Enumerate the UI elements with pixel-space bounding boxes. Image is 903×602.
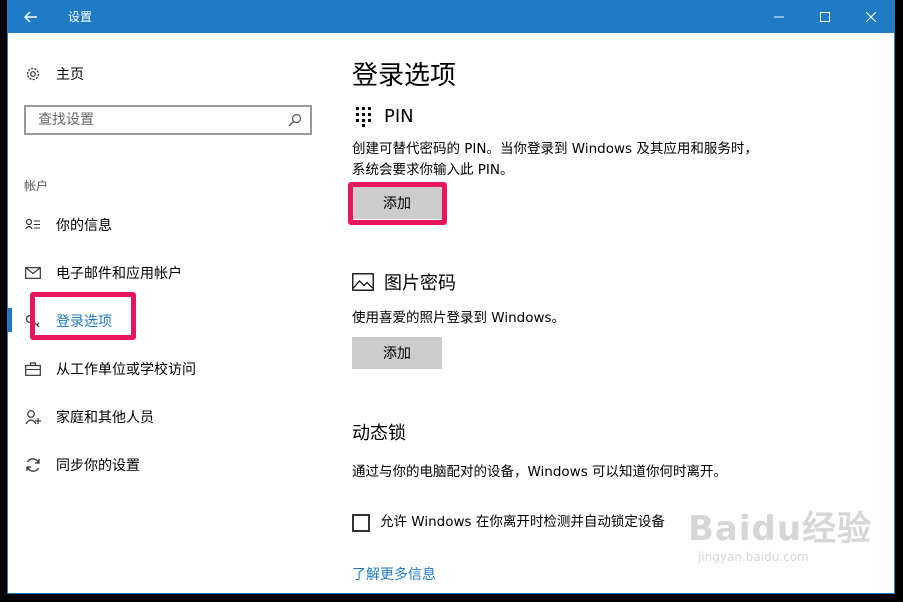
- dynamic-lock-checkbox-row[interactable]: 允许 Windows 在你离开时检测并自动锁定设备: [352, 512, 665, 533]
- sidebar-home[interactable]: 主页: [24, 63, 84, 85]
- picture-password-heading: 图片密码: [352, 269, 456, 295]
- search-icon: [288, 113, 302, 127]
- minimize-button[interactable]: [756, 1, 802, 33]
- search-input[interactable]: [36, 111, 280, 129]
- pin-add-button[interactable]: 添加: [352, 187, 442, 219]
- page-title: 登录选项: [352, 61, 457, 91]
- sidebar-item-sign-in-options[interactable]: 登录选项: [24, 309, 112, 333]
- pin-heading-label: PIN: [384, 105, 414, 127]
- window-title: 设置: [68, 10, 93, 24]
- sidebar-item-sync[interactable]: 同步你的设置: [24, 453, 140, 477]
- maximize-button[interactable]: [802, 1, 848, 33]
- sidebar-home-label: 主页: [56, 67, 84, 83]
- person-card-icon: [24, 216, 42, 234]
- close-icon: [866, 12, 876, 22]
- active-indicator: [8, 308, 12, 332]
- dynamic-lock-checkbox-label: 允许 Windows 在你离开时检测并自动锁定设备: [380, 514, 665, 530]
- title-bar: 设置: [8, 1, 894, 33]
- baidu-watermark: Baidu经验 jingyan.baidu.com: [688, 501, 888, 586]
- sync-icon: [24, 456, 42, 474]
- pin-description-line1: 创建可替代密码的 PIN。当你登录到 Windows 及其应用和服务时，: [352, 141, 758, 157]
- sidebar-item-your-info[interactable]: 你的信息: [24, 213, 112, 237]
- mail-icon: [24, 264, 42, 282]
- minimize-icon: [774, 16, 784, 18]
- sidebar-item-label: 你的信息: [56, 218, 112, 234]
- learn-more-link[interactable]: 了解更多信息: [352, 564, 436, 584]
- picture-password-add-button[interactable]: 添加: [352, 337, 442, 369]
- keypad-icon: [352, 105, 374, 127]
- sidebar-item-work-school[interactable]: 从工作单位或学校访问: [24, 357, 196, 381]
- arrow-left-icon: [24, 11, 37, 23]
- sidebar-item-label: 从工作单位或学校访问: [56, 362, 196, 378]
- picture-password-description: 使用喜爱的照片登录到 Windows。: [352, 310, 566, 326]
- watermark-logo: Baidu经验: [688, 509, 873, 549]
- key-icon: [24, 312, 42, 330]
- pin-description: 创建可替代密码的 PIN。当你登录到 Windows 及其应用和服务时， 系统会…: [352, 139, 758, 181]
- sidebar-item-label: 登录选项: [56, 314, 112, 330]
- sidebar-item-email-accounts[interactable]: 电子邮件和应用帐户: [24, 261, 182, 285]
- gear-icon: [24, 65, 42, 83]
- sidebar-item-label: 家庭和其他人员: [56, 410, 154, 426]
- picture-icon: [352, 271, 374, 293]
- back-button[interactable]: [8, 1, 54, 33]
- sidebar-item-family[interactable]: 家庭和其他人员: [24, 405, 154, 429]
- settings-window: 设置 主页 帐户 你的信息 电子邮件和应用帐户: [7, 0, 895, 594]
- pin-description-line2: 系统会要求你输入此 PIN。: [352, 162, 514, 178]
- pin-heading: PIN: [352, 105, 414, 127]
- sidebar-section-label: 帐户: [24, 179, 49, 193]
- close-button[interactable]: [848, 1, 894, 33]
- search-box[interactable]: [24, 105, 312, 135]
- sidebar-item-label: 同步你的设置: [56, 458, 140, 474]
- dynamic-lock-heading: 动态锁: [352, 423, 406, 444]
- dynamic-lock-checkbox[interactable]: [352, 513, 370, 532]
- dynamic-lock-description: 通过与你的电脑配对的设备，Windows 可以知道你何时离开。: [352, 464, 728, 480]
- briefcase-icon: [24, 360, 42, 378]
- maximize-icon: [820, 12, 830, 22]
- sidebar-item-label: 电子邮件和应用帐户: [56, 266, 182, 282]
- person-add-icon: [24, 408, 42, 426]
- watermark-url: jingyan.baidu.com: [698, 550, 809, 564]
- picture-password-heading-label: 图片密码: [384, 273, 456, 294]
